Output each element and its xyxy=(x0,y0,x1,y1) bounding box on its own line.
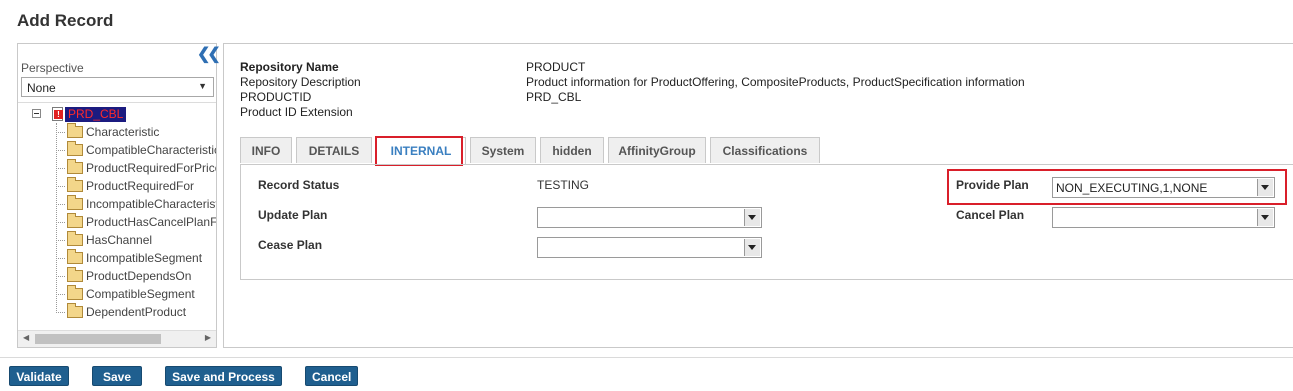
update-plan-label: Update Plan xyxy=(258,208,328,222)
tab-hidden[interactable]: hidden xyxy=(540,137,604,163)
repository-description-value: Product information for ProductOffering,… xyxy=(526,75,1025,89)
tree-item-label: ProductHasCancelPlanF xyxy=(86,215,216,229)
save-button[interactable]: Save xyxy=(92,366,142,386)
record-status-label: Record Status xyxy=(258,178,340,192)
cease-plan-label: Cease Plan xyxy=(258,238,323,252)
tab-classifications[interactable]: Classifications xyxy=(710,137,820,163)
record-status-value: TESTING xyxy=(537,178,590,192)
document-error-icon xyxy=(52,107,63,121)
tree-item-label: ProductRequiredForPrice xyxy=(86,161,216,175)
repository-name-value: PRODUCT xyxy=(526,60,586,74)
tree-item-label: ProductDependsOn xyxy=(86,269,192,283)
record-tree: PRD_CBL Characteristic CompatibleCharact… xyxy=(18,104,216,328)
product-id-extension-label: Product ID Extension xyxy=(240,105,353,119)
tab-affinitygroup[interactable]: AffinityGroup xyxy=(608,137,706,163)
collapse-double-left-icon[interactable]: ❮❮ xyxy=(197,44,221,64)
validate-button[interactable]: Validate xyxy=(9,366,69,386)
folder-icon xyxy=(67,249,83,264)
tab-info[interactable]: INFO xyxy=(240,137,292,163)
tree-item-label: CompatibleSegment xyxy=(86,287,195,301)
folder-icon xyxy=(67,285,83,300)
folder-icon xyxy=(67,141,83,156)
tree-item-label: Characteristic xyxy=(86,125,160,139)
folder-icon xyxy=(67,195,83,210)
footer-divider xyxy=(0,357,1293,358)
save-and-process-button[interactable]: Save and Process xyxy=(165,366,282,386)
tree-item-label: CompatibleCharacteristic xyxy=(86,143,216,157)
folder-icon xyxy=(67,267,83,282)
perspective-select[interactable]: None ▼ xyxy=(21,77,214,97)
productid-value: PRD_CBL xyxy=(526,90,582,104)
dropdown-arrow-icon: ▼ xyxy=(198,81,207,91)
scroll-left-icon[interactable]: ◀ xyxy=(23,333,29,342)
tree-item-label: HasChannel xyxy=(86,233,153,247)
cease-plan-select[interactable] xyxy=(537,237,762,258)
horizontal-scrollbar[interactable]: ◀ ▶ xyxy=(18,330,216,347)
dropdown-arrow-icon[interactable] xyxy=(744,239,760,256)
cancel-button[interactable]: Cancel xyxy=(305,366,358,386)
folder-icon xyxy=(67,177,83,192)
provide-plan-highlight xyxy=(947,169,1287,205)
dropdown-arrow-icon[interactable] xyxy=(744,209,760,226)
perspective-select-value: None xyxy=(27,81,56,95)
left-panel: ❮❮ Perspective None ▼ PRD_CBL Characteri… xyxy=(17,43,221,348)
folder-icon xyxy=(67,303,83,318)
folder-icon xyxy=(67,231,83,246)
tree-root-label[interactable]: PRD_CBL xyxy=(65,107,127,122)
tree-expand-icon[interactable] xyxy=(32,109,41,118)
tree-item-label: IncompatibleSegment xyxy=(86,251,203,265)
tree-item-label: DependentProduct xyxy=(86,305,187,319)
perspective-label: Perspective xyxy=(21,61,84,75)
scroll-right-icon[interactable]: ▶ xyxy=(205,333,211,342)
productid-label: PRODUCTID xyxy=(240,90,312,104)
divider xyxy=(18,102,216,103)
folder-icon xyxy=(67,123,83,138)
folder-icon xyxy=(67,213,83,228)
dropdown-arrow-icon[interactable] xyxy=(1257,209,1273,226)
tree-item-label: IncompatibleCharacteristic xyxy=(86,197,216,211)
tab-system[interactable]: System xyxy=(470,137,536,163)
update-plan-select[interactable] xyxy=(537,207,762,228)
page-title: Add Record xyxy=(17,11,114,30)
folder-icon xyxy=(67,159,83,174)
tree-item-label: ProductRequiredFor xyxy=(86,179,195,193)
cancel-plan-label: Cancel Plan xyxy=(956,208,1025,222)
tab-highlight xyxy=(375,136,463,166)
repository-name-label: Repository Name xyxy=(240,60,339,74)
cancel-plan-select[interactable] xyxy=(1052,207,1275,228)
tab-details[interactable]: DETAILS xyxy=(296,137,372,163)
tree-connector xyxy=(56,123,57,313)
scrollbar-thumb[interactable] xyxy=(35,334,161,344)
repository-description-label: Repository Description xyxy=(240,75,361,89)
record-detail-panel: Repository Name PRODUCT Repository Descr… xyxy=(223,43,1293,348)
